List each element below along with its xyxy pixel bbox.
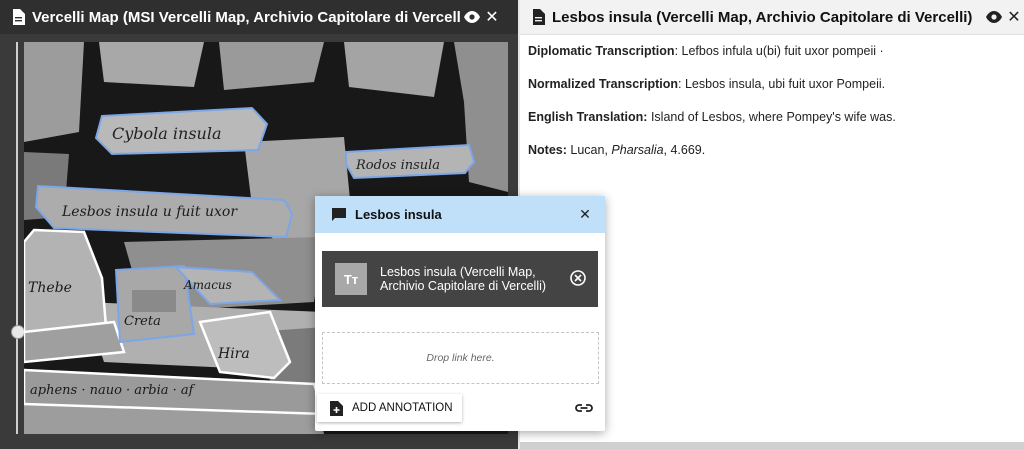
link-drop-zone[interactable]: Drop link here. xyxy=(322,332,599,384)
map-label-cybola: Cybola insula xyxy=(112,124,222,143)
close-icon[interactable]: ✕ xyxy=(1004,7,1024,27)
remove-link-icon[interactable] xyxy=(570,270,586,286)
add-annotation-label: ADD ANNOTATION xyxy=(352,402,453,414)
detail-window-titlebar[interactable]: Lesbos insula (Vercelli Map, Archivio Ca… xyxy=(520,0,1024,35)
document-icon xyxy=(530,8,546,26)
comment-icon xyxy=(332,207,346,221)
map-label-amacus: Amacus xyxy=(183,278,232,292)
svg-text:aphens · nauo · arbia · af: aphens · nauo · arbia · af xyxy=(30,383,196,398)
map-label-rodos: Rodos insula xyxy=(355,158,440,173)
add-annotation-button[interactable]: ADD ANNOTATION xyxy=(317,394,462,422)
link-icon[interactable] xyxy=(575,401,593,415)
map-label-creta: Creta xyxy=(124,314,161,329)
close-icon[interactable]: ✕ xyxy=(575,206,595,223)
linked-annotation-label: Lesbos insula (Vercelli Map, Archivio Ca… xyxy=(380,265,547,293)
field-normalized: Normalized Transcription: Lesbos insula,… xyxy=(528,77,886,91)
map-label-lesbos: Lesbos insula u fuit uxor xyxy=(61,204,238,220)
map-slider-track[interactable] xyxy=(16,42,18,434)
close-icon[interactable]: ✕ xyxy=(482,7,502,27)
detail-window-title: Lesbos insula (Vercelli Map, Archivio Ca… xyxy=(552,8,973,26)
linked-annotation-card[interactable]: Tт Lesbos insula (Vercelli Map, Archivio… xyxy=(322,251,598,307)
map-label-thebe: Thebe xyxy=(28,280,72,296)
field-translation: English Translation: Island of Lesbos, w… xyxy=(528,110,896,124)
map-slider-handle[interactable] xyxy=(11,325,25,339)
annotation-popup: Lesbos insula ✕ Tт Lesbos insula (Vercel… xyxy=(315,196,605,431)
field-diplomatic: Diplomatic Transcription: Lefbos infula … xyxy=(528,44,884,58)
add-document-icon xyxy=(330,400,343,416)
map-label-hira: Hira xyxy=(217,346,250,362)
eye-icon[interactable] xyxy=(984,7,1004,27)
eye-icon[interactable] xyxy=(462,7,482,27)
text-type-icon: Tт xyxy=(335,263,367,295)
popup-header[interactable]: Lesbos insula ✕ xyxy=(315,196,605,233)
scrollbar-track[interactable] xyxy=(520,442,1024,449)
detail-body: Diplomatic Transcription: Lefbos infula … xyxy=(520,35,1024,183)
popup-title: Lesbos insula xyxy=(355,207,442,222)
map-window-titlebar[interactable]: Vercelli Map (MSI Vercelli Map, Archivio… xyxy=(0,0,518,34)
document-icon xyxy=(10,8,26,26)
map-window-title: Vercelli Map (MSI Vercelli Map, Archivio… xyxy=(32,8,460,26)
field-notes: Notes: Lucan, Pharsalia, 4.669. xyxy=(528,143,706,157)
